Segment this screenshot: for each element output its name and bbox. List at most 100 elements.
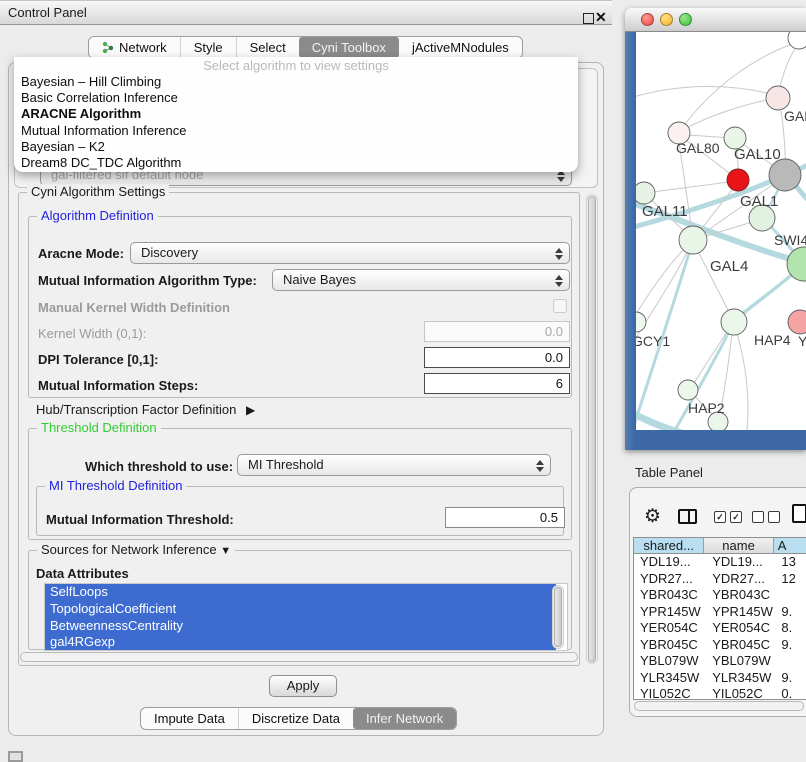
kernel-width-label: Kernel Width (0,1): bbox=[38, 326, 146, 342]
aracne-mode-combo[interactable]: Discovery bbox=[130, 242, 570, 264]
cell-value[interactable] bbox=[777, 653, 806, 670]
cell-value[interactable]: 0. bbox=[777, 686, 806, 700]
scrollbar-thumb[interactable] bbox=[554, 587, 562, 647]
cell-name[interactable]: YER054C bbox=[706, 620, 777, 637]
bottom-tabs: Impute Data Discretize Data Infer Networ… bbox=[140, 707, 457, 730]
cell-name[interactable]: YBR043C bbox=[706, 587, 777, 604]
columns-icon[interactable] bbox=[678, 509, 697, 524]
tab-select[interactable]: Select bbox=[236, 37, 299, 58]
network-node-gray[interactable] bbox=[769, 159, 801, 191]
table-row[interactable]: YBL079W YBL079W bbox=[634, 653, 806, 670]
hub-section-toggle[interactable]: Hub/Transcription Factor Definition ▶ bbox=[36, 402, 255, 418]
settings-vertical-scrollbar[interactable] bbox=[586, 194, 598, 664]
tab-impute-data[interactable]: Impute Data bbox=[141, 708, 238, 729]
tab-jactivemnodules[interactable]: jActiveMNodules bbox=[399, 37, 522, 58]
cell-name[interactable]: YBL079W bbox=[706, 653, 777, 670]
menu-item-mutual-information[interactable]: Mutual Information Inference bbox=[14, 123, 578, 139]
zoom-traffic-light-icon[interactable] bbox=[679, 13, 692, 26]
cell-shared-name[interactable]: YBL079W bbox=[634, 653, 706, 670]
gear-icon[interactable]: ⚙ bbox=[644, 505, 661, 528]
network-node-gcy1[interactable] bbox=[636, 312, 646, 332]
menu-item-aracne[interactable]: ARACNE Algorithm bbox=[14, 106, 578, 122]
cell-value[interactable] bbox=[777, 587, 806, 604]
network-canvas[interactable]: GAL GAL80 GAL10 GAL1 GAL11 SWI4 GAL4 GCY… bbox=[636, 32, 806, 430]
mi-steps-field[interactable] bbox=[424, 373, 570, 394]
mi-threshold-field[interactable] bbox=[445, 507, 565, 528]
dock-panel-icon[interactable] bbox=[8, 751, 23, 762]
menu-item-basic-correlation[interactable]: Basic Correlation Inference bbox=[14, 90, 578, 106]
cell-value[interactable]: 9. bbox=[777, 604, 806, 621]
kernel-width-field[interactable] bbox=[424, 321, 570, 342]
dpi-tolerance-field[interactable] bbox=[424, 347, 570, 368]
cell-shared-name[interactable]: YBR043C bbox=[634, 587, 706, 604]
cell-shared-name[interactable]: YDL19... bbox=[634, 554, 706, 571]
cell-name[interactable]: YDL19... bbox=[706, 554, 777, 571]
menu-item-bayesian-hill[interactable]: Bayesian – Hill Climbing bbox=[14, 74, 578, 90]
cell-name[interactable]: YPR145W bbox=[706, 604, 777, 621]
cell-shared-name[interactable]: YIL052C bbox=[634, 686, 706, 700]
new-table-icon[interactable] bbox=[792, 504, 806, 523]
cell-shared-name[interactable]: YLR345W bbox=[634, 670, 706, 687]
table-horizontal-scrollbar[interactable] bbox=[634, 701, 804, 711]
show-all-columns-button[interactable]: ✓ ✓ bbox=[714, 511, 742, 523]
cell-shared-name[interactable]: YBR045C bbox=[634, 637, 706, 654]
cell-value[interactable]: 9. bbox=[777, 670, 806, 687]
network-node-gal4[interactable] bbox=[679, 226, 707, 254]
network-node-hap4[interactable] bbox=[721, 309, 747, 335]
table-row[interactable]: YLR345W YLR345W 9. bbox=[634, 670, 806, 687]
tab-network[interactable]: Network bbox=[89, 37, 180, 58]
column-header-cut[interactable]: A bbox=[774, 538, 806, 553]
network-node-hap2[interactable] bbox=[678, 380, 698, 400]
manual-kernel-checkbox[interactable] bbox=[553, 299, 567, 313]
hide-all-columns-button[interactable] bbox=[752, 511, 780, 523]
which-threshold-combo[interactable]: MI Threshold bbox=[237, 454, 551, 476]
cell-value[interactable]: 13 bbox=[777, 554, 806, 571]
column-header-name[interactable]: name bbox=[704, 538, 773, 553]
tab-infer-network[interactable]: Infer Network bbox=[353, 708, 456, 729]
table-row[interactable]: YIL052C YIL052C 0. bbox=[634, 686, 806, 700]
menu-item-dream8[interactable]: Dream8 DC_TDC Algorithm bbox=[14, 155, 578, 171]
menu-item-bayesian-k2[interactable]: Bayesian – K2 bbox=[14, 139, 578, 155]
network-node-gal11[interactable] bbox=[636, 182, 655, 204]
cell-shared-name[interactable]: YPR145W bbox=[634, 604, 706, 621]
attribute-list-item[interactable]: TopologicalCoefficient bbox=[45, 601, 556, 618]
cell-value[interactable]: 8. bbox=[777, 620, 806, 637]
apply-button[interactable]: Apply bbox=[269, 675, 337, 697]
attribute-list-item[interactable]: gal4RGexp bbox=[45, 634, 556, 651]
settings-horizontal-scrollbar[interactable] bbox=[20, 652, 578, 662]
sources-title[interactable]: Sources for Network Inference ▼ bbox=[37, 542, 235, 559]
network-node[interactable] bbox=[788, 32, 806, 49]
cell-shared-name[interactable]: YER054C bbox=[634, 620, 706, 637]
mi-threshold-label: Mutual Information Threshold: bbox=[46, 512, 234, 528]
data-attributes-list[interactable]: SelfLoopsTopologicalCoefficientBetweenne… bbox=[44, 583, 568, 651]
close-traffic-light-icon[interactable] bbox=[641, 13, 654, 26]
cell-shared-name[interactable]: YDR27... bbox=[634, 571, 706, 588]
mi-type-combo[interactable]: Naive Bayes bbox=[272, 269, 570, 291]
tab-discretize-data[interactable]: Discretize Data bbox=[238, 708, 353, 729]
column-header-shared-name[interactable]: shared... bbox=[634, 538, 704, 553]
cell-name[interactable]: YBR045C bbox=[706, 637, 777, 654]
network-node-salmon[interactable] bbox=[788, 310, 806, 334]
table-row[interactable]: YER054C YER054C 8. bbox=[634, 620, 806, 637]
table-row[interactable]: YBR045C YBR045C 9. bbox=[634, 637, 806, 654]
cell-name[interactable]: YIL052C bbox=[706, 686, 777, 700]
attribute-list-item[interactable]: BetweennessCentrality bbox=[45, 618, 556, 635]
cell-value[interactable]: 9. bbox=[777, 637, 806, 654]
float-window-icon[interactable] bbox=[583, 13, 594, 24]
table-row[interactable]: YBR043C YBR043C bbox=[634, 587, 806, 604]
attribute-list-item[interactable]: SelfLoops bbox=[45, 584, 556, 601]
minimize-traffic-light-icon[interactable] bbox=[660, 13, 673, 26]
cell-value[interactable]: 12 bbox=[777, 571, 806, 588]
cell-name[interactable]: YLR345W bbox=[706, 670, 777, 687]
table-row[interactable]: YDR27... YDR27... 12 bbox=[634, 571, 806, 588]
close-icon[interactable]: ✕ bbox=[595, 9, 607, 26]
table-row[interactable]: YDL19... YDL19... 13 bbox=[634, 554, 806, 571]
attributes-scrollbar[interactable] bbox=[552, 585, 564, 649]
tab-style[interactable]: Style bbox=[180, 37, 236, 58]
cell-name[interactable]: YDR27... bbox=[706, 571, 777, 588]
table-row[interactable]: YPR145W YPR145W 9. bbox=[634, 604, 806, 621]
tab-cyni-toolbox[interactable]: Cyni Toolbox bbox=[299, 37, 399, 58]
network-node[interactable] bbox=[766, 86, 790, 110]
scrollbar-thumb[interactable] bbox=[588, 196, 596, 662]
network-node-gal1[interactable] bbox=[727, 169, 749, 191]
